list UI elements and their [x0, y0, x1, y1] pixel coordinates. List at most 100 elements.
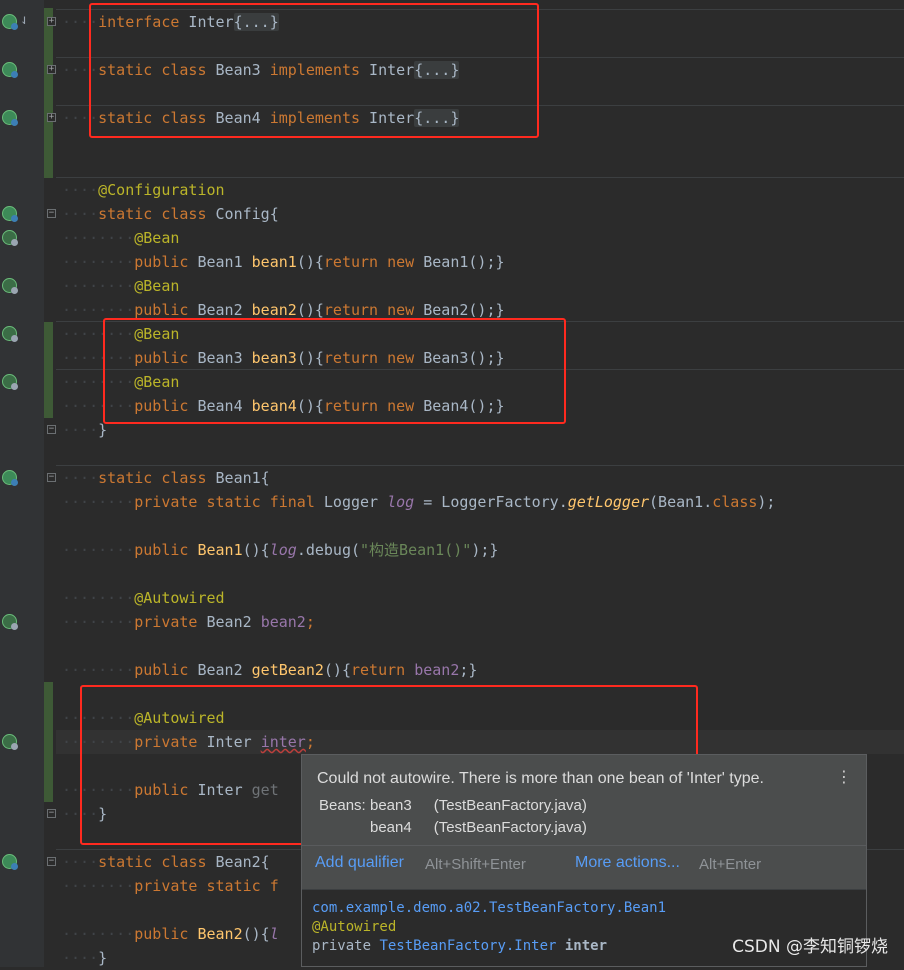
folded-region[interactable]: {...}	[233, 13, 279, 31]
keyword: new	[387, 301, 415, 319]
type-name: Bean2	[188, 661, 252, 679]
watermark: CSDN @李知铜锣烧	[732, 937, 888, 957]
bean-navigate-icon[interactable]	[2, 326, 18, 342]
doc-field: inter	[556, 938, 608, 954]
fold-expand-icon[interactable]: +	[47, 17, 56, 26]
field-name: l	[269, 925, 279, 943]
method-name: Bean2	[197, 925, 243, 943]
doc-class-link[interactable]: com.example.demo.a02.TestBeanFactory.Bea…	[312, 900, 666, 916]
bean-navigate-icon[interactable]	[2, 374, 18, 390]
more-options-icon[interactable]: ⋮	[836, 767, 852, 787]
annotation: @Bean	[134, 325, 180, 343]
error-field-name[interactable]: inter	[261, 733, 306, 751]
method-name: bean1	[251, 253, 297, 271]
keyword: return	[323, 253, 379, 271]
bean-candidate[interactable]: bean4 (TestBeanFactory.java)	[370, 819, 587, 836]
keyword: new	[387, 349, 415, 367]
keyword: interface	[98, 13, 180, 31]
type-name: Bean3	[188, 349, 252, 367]
spring-bean-icon[interactable]	[2, 62, 18, 78]
annotation: @Bean	[134, 373, 180, 391]
vcs-change-marker[interactable]	[44, 8, 53, 178]
keyword: static class	[98, 469, 207, 487]
folded-region[interactable]: {...}	[414, 61, 460, 79]
field-name: log	[269, 541, 297, 559]
doc-annotation: @Autowired	[312, 919, 397, 935]
spring-bean-icon[interactable]	[2, 14, 18, 30]
keyword: public	[134, 925, 189, 943]
doc-type-link[interactable]: TestBeanFactory.Inter	[379, 938, 556, 954]
fold-collapse-icon[interactable]: −	[47, 473, 56, 482]
keyword: static class	[98, 853, 207, 871]
method-name: bean2	[251, 301, 297, 319]
fold-end-icon[interactable]: −	[47, 809, 56, 818]
type-name: Config{	[206, 205, 279, 223]
doc-modifier: private	[312, 938, 380, 954]
code-line[interactable]: ········private Bean2 bean2;	[62, 610, 315, 634]
fold-collapse-icon[interactable]: −	[47, 857, 56, 866]
fold-expand-icon[interactable]: +	[47, 113, 56, 122]
code-line[interactable]: ····static class Config{	[62, 202, 279, 226]
code-line-bean4[interactable]: ····static class Bean4 implements Inter{…	[62, 106, 460, 130]
code-line[interactable]: ····}	[62, 946, 107, 970]
code-line[interactable]: ····}	[62, 418, 107, 442]
code-line[interactable]: ········@Bean	[62, 370, 179, 394]
code-line[interactable]: ········private static f	[62, 874, 279, 898]
autowired-navigate-icon[interactable]	[2, 734, 18, 750]
bean-name: bean4	[370, 819, 412, 836]
more-actions-shortcut: Alt+Enter	[699, 856, 762, 873]
field-name: bean2	[414, 661, 460, 679]
vcs-change-marker[interactable]	[44, 682, 53, 802]
type-name: Bean1{	[206, 469, 270, 487]
bean-navigate-icon[interactable]	[2, 278, 18, 294]
expression: Bean4();	[414, 397, 496, 415]
implemented-arrow-icon[interactable]: ⇃	[20, 12, 28, 28]
fold-collapse-icon[interactable]: −	[47, 209, 56, 218]
code-line[interactable]: ········public Bean1(){log.debug("构造Bean…	[62, 538, 498, 562]
keyword: private	[134, 613, 198, 631]
code-line[interactable]: ········public Bean2 getBean2(){return b…	[62, 658, 477, 682]
type-name: Logger	[314, 493, 388, 511]
code-line[interactable]: ····@Configuration	[62, 178, 225, 202]
expression: = LoggerFactory.	[414, 493, 568, 511]
autowired-navigate-icon[interactable]	[2, 614, 18, 630]
fold-end-icon[interactable]: −	[47, 425, 56, 434]
code-line-inter-field[interactable]: ········private Inter inter;	[62, 730, 315, 754]
bean-navigate-icon[interactable]	[2, 230, 18, 246]
code-line[interactable]: ····}	[62, 802, 107, 826]
expression: Bean1();	[414, 253, 496, 271]
spring-bean-icon[interactable]	[2, 206, 18, 222]
spring-bean-icon[interactable]	[2, 854, 18, 870]
fold-expand-icon[interactable]: +	[47, 65, 56, 74]
code-line[interactable]: ····static class Bean1{	[62, 466, 270, 490]
vcs-change-marker[interactable]	[44, 322, 53, 418]
code-line[interactable]: ········@Bean	[62, 322, 179, 346]
code-line[interactable]: ········public Bean3 bean3(){return new …	[62, 346, 505, 370]
spring-bean-icon[interactable]	[2, 110, 18, 126]
code-line[interactable]: ········@Autowired	[62, 586, 225, 610]
code-line[interactable]: ········public Bean2(){l	[62, 922, 279, 946]
type-name: Bean1	[188, 253, 252, 271]
add-qualifier-link[interactable]: Add qualifier	[315, 854, 404, 872]
code-line[interactable]: ········public Inter get	[62, 778, 279, 802]
quick-actions-bar: Add qualifier Alt+Shift+Enter More actio…	[302, 845, 866, 886]
code-line[interactable]: ········public Bean4 bean4(){return new …	[62, 394, 505, 418]
code-line[interactable]: ····static class Bean2{	[62, 850, 270, 874]
folded-region[interactable]: {...}	[414, 109, 460, 127]
code-line-bean3[interactable]: ····static class Bean3 implements Inter{…	[62, 58, 460, 82]
bean-candidate[interactable]: bean3 (TestBeanFactory.java)	[370, 797, 587, 814]
code-line[interactable]: ········@Bean	[62, 226, 179, 250]
code-line[interactable]: ········public Bean1 bean1(){return new …	[62, 250, 505, 274]
code-line[interactable]: ········@Autowired	[62, 706, 225, 730]
keyword: public	[134, 349, 189, 367]
keyword: public	[134, 541, 189, 559]
keyword: public	[134, 781, 189, 799]
code-line[interactable]: ········@Bean	[62, 274, 179, 298]
code-line-interface[interactable]: ····interface Inter{...}	[62, 10, 279, 34]
code-line[interactable]: ········public Bean2 bean2(){return new …	[62, 298, 505, 322]
annotation: @Bean	[134, 277, 180, 295]
code-line[interactable]: ········private static final Logger log …	[62, 490, 775, 514]
spring-bean-icon[interactable]	[2, 470, 18, 486]
keyword: new	[387, 397, 415, 415]
more-actions-link[interactable]: More actions...	[575, 854, 680, 872]
